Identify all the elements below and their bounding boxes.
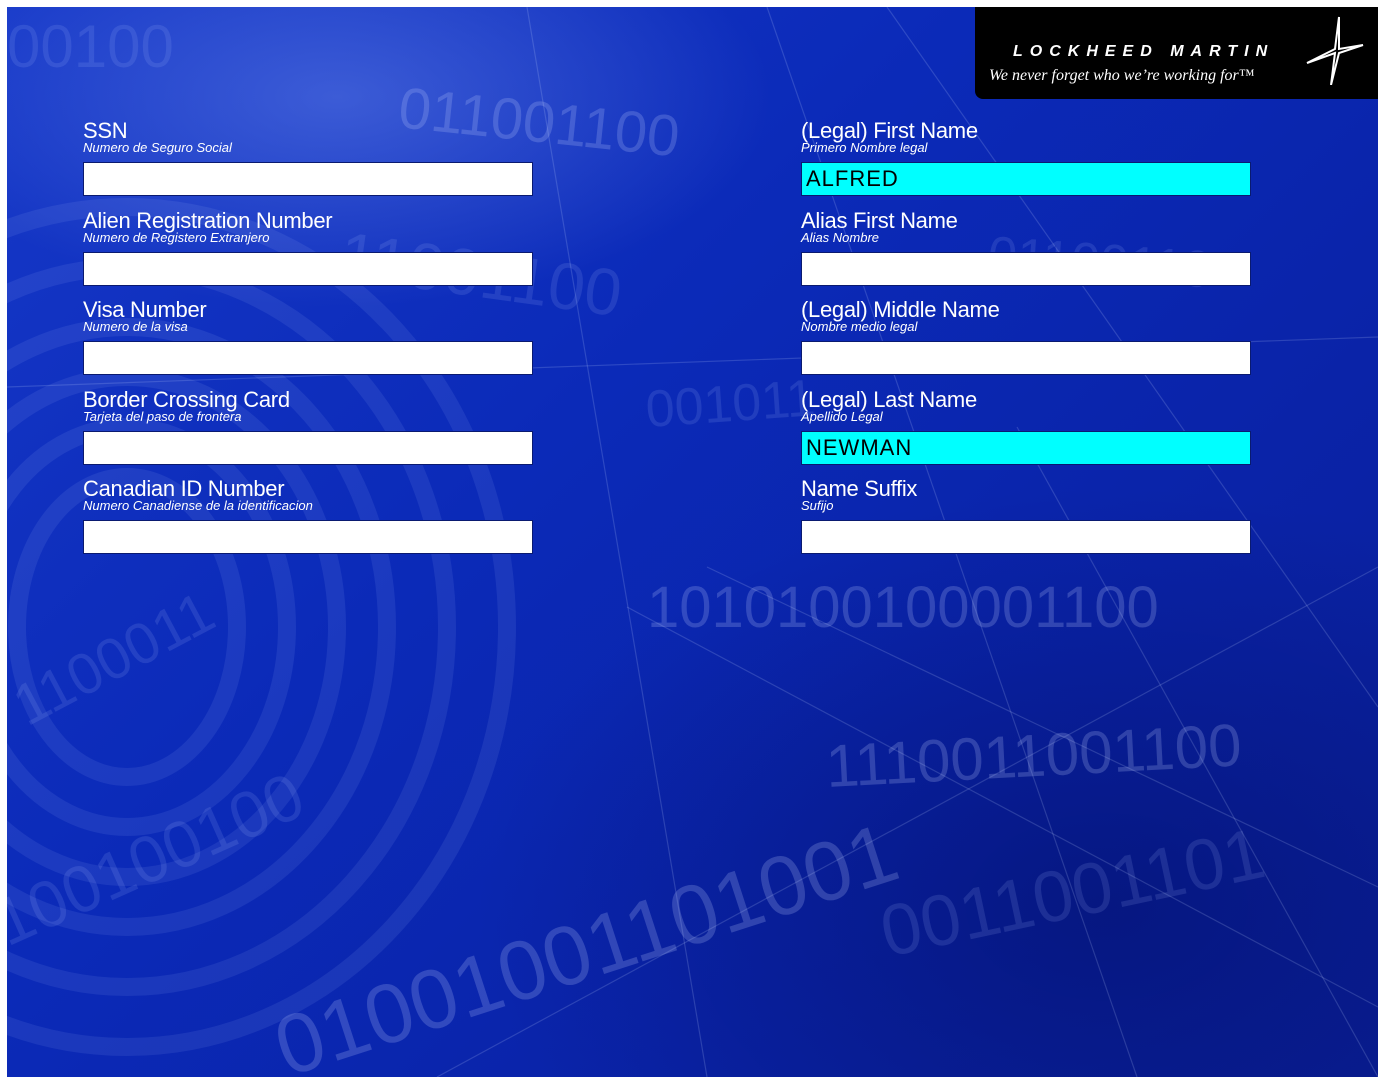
canadian-id-sublabel: Numero Canadiense de la identificacion: [83, 498, 313, 513]
alias-first-name-field-group: Alias First Name Alias Nombre: [801, 209, 1251, 286]
visa-number-input[interactable]: [83, 341, 533, 375]
legal-middle-name-sublabel: Nombre medio legal: [801, 319, 918, 334]
legal-last-name-field-group: (Legal) Last Name Apellido Legal: [801, 388, 1251, 465]
svg-text:00100: 00100: [7, 13, 174, 80]
alien-registration-input[interactable]: [83, 252, 533, 286]
svg-text:1110011001100: 1110011001100: [824, 711, 1243, 800]
alien-registration-sublabel: Numero de Registero Extranjero: [83, 230, 270, 245]
lockheed-martin-logo: LOCKHEED MARTIN We never forget who we’r…: [975, 7, 1378, 99]
svg-text:1100011: 1100011: [7, 579, 225, 738]
legal-first-name-field-group: (Legal) First Name Primero Nombre legal: [801, 119, 1251, 196]
border-crossing-card-sublabel: Tarjeta del paso de frontera: [83, 409, 242, 424]
legal-last-name-input[interactable]: [801, 431, 1251, 465]
name-suffix-label: Name Suffix: [801, 476, 918, 501]
star-logo-icon: [1306, 16, 1364, 85]
visa-number-field-group: Visa Number Numero de la visa: [83, 298, 533, 375]
alias-first-name-sublabel: Alias Nombre: [801, 230, 880, 245]
brand-tagline: We never forget who we’re working for™: [989, 67, 1255, 84]
svg-text:1010100100001100: 1010100100001100: [647, 575, 1159, 640]
svg-text:01001001101001: 01001001101001: [264, 805, 909, 1077]
alien-registration-field-group: Alien Registration Number Numero de Regi…: [83, 209, 533, 286]
svg-text:100100100: 100100100: [7, 758, 314, 960]
svg-text:001011: 001011: [644, 369, 817, 439]
legal-middle-name-input[interactable]: [801, 341, 1251, 375]
ssn-sublabel: Numero de Seguro Social: [83, 140, 232, 155]
canadian-id-field-group: Canadian ID Number Numero Canadiense de …: [83, 477, 533, 554]
legal-first-name-input[interactable]: [801, 162, 1251, 196]
svg-text:0011001101: 0011001101: [874, 813, 1272, 972]
legal-first-name-sublabel: Primero Nombre legal: [801, 140, 928, 155]
name-suffix-field-group: Name Suffix Sufijo: [801, 477, 1251, 554]
name-suffix-sublabel: Sufijo: [801, 498, 834, 513]
border-crossing-card-input[interactable]: [83, 431, 533, 465]
alias-first-name-input[interactable]: [801, 252, 1251, 286]
brand-wordmark: LOCKHEED MARTIN: [1013, 43, 1275, 60]
name-suffix-input[interactable]: [801, 520, 1251, 554]
ssn-input[interactable]: [83, 162, 533, 196]
legal-middle-name-field-group: (Legal) Middle Name Nombre medio legal: [801, 298, 1251, 375]
ssn-field-group: SSN Numero de Seguro Social: [83, 119, 533, 196]
border-crossing-card-field-group: Border Crossing Card Tarjeta del paso de…: [83, 388, 533, 465]
canadian-id-input[interactable]: [83, 520, 533, 554]
visa-number-sublabel: Numero de la visa: [83, 319, 188, 334]
kiosk-screen: 011001100 11001100 01100110 001011 10101…: [7, 7, 1378, 1077]
legal-last-name-sublabel: Apellido Legal: [801, 409, 883, 424]
